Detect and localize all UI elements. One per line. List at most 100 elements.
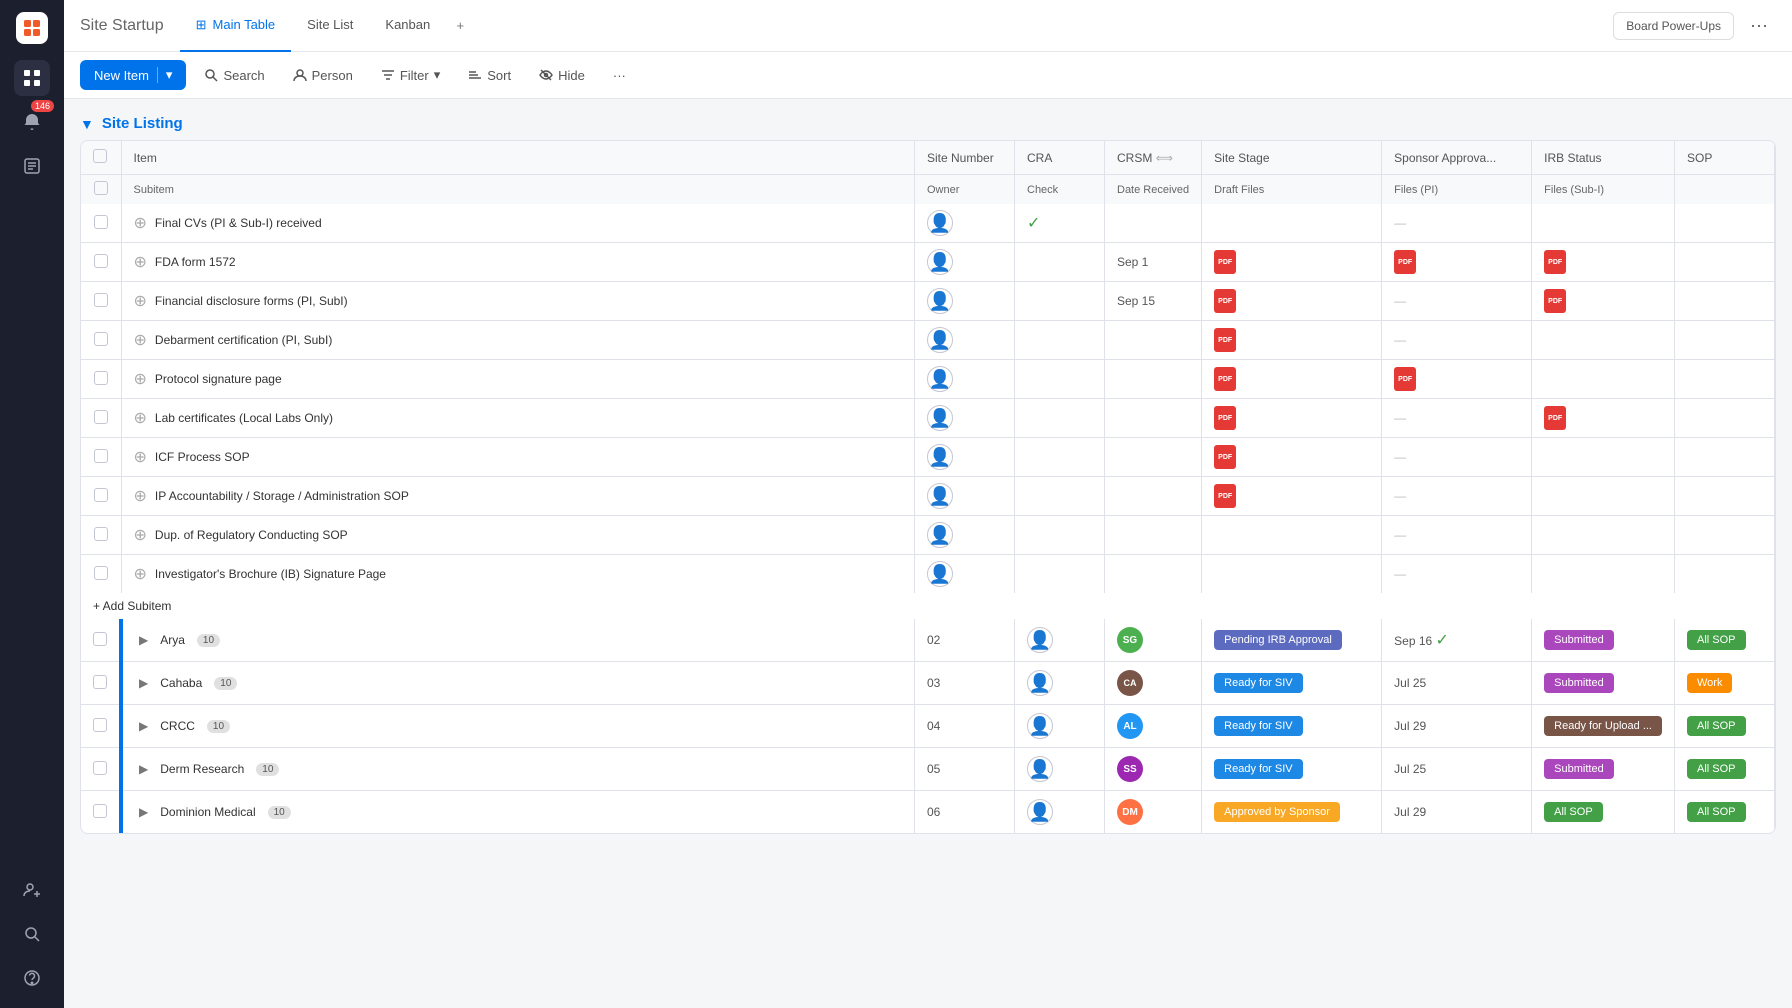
owner-avatar-placeholder[interactable]: 👤 xyxy=(927,522,953,548)
crsm-avatar[interactable]: SS xyxy=(1117,756,1143,782)
subitem-draft-files[interactable] xyxy=(1202,477,1382,516)
site-expand-button[interactable]: ▶ xyxy=(135,631,152,649)
owner-avatar-placeholder[interactable]: 👤 xyxy=(927,327,953,353)
site-expand-button[interactable]: ▶ xyxy=(135,803,152,821)
topbar-more-button[interactable]: ··· xyxy=(1742,11,1776,40)
owner-avatar-placeholder[interactable]: 👤 xyxy=(927,405,953,431)
subitem-files-pi[interactable]: — xyxy=(1382,477,1532,516)
pdf-pi-icon[interactable] xyxy=(1394,250,1416,274)
sidebar-item-grid[interactable] xyxy=(14,60,50,96)
add-subitem-icon[interactable]: ⊕ xyxy=(134,408,147,428)
add-subitem-button[interactable]: + Add Subitem xyxy=(81,593,1775,619)
cra-avatar-placeholder[interactable]: 👤 xyxy=(1027,713,1053,739)
pdf-draft-icon[interactable] xyxy=(1214,289,1236,313)
board-power-ups-button[interactable]: Board Power-Ups xyxy=(1613,12,1734,40)
site-cra[interactable]: 👤 xyxy=(1015,748,1105,791)
row-checkbox[interactable] xyxy=(81,477,121,516)
site-expand-button[interactable]: ▶ xyxy=(135,717,152,735)
subitem-draft-files[interactable] xyxy=(1202,204,1382,243)
subitem-owner[interactable]: 👤 xyxy=(915,243,1015,282)
site-row-checkbox[interactable] xyxy=(81,791,121,834)
subitem-files-pi[interactable]: — xyxy=(1382,321,1532,360)
owner-avatar-placeholder[interactable]: 👤 xyxy=(927,249,953,275)
subitem-owner[interactable]: 👤 xyxy=(915,204,1015,243)
site-crsm[interactable]: AL xyxy=(1105,705,1202,748)
subitem-files-pi[interactable] xyxy=(1382,243,1532,282)
add-subitem-icon[interactable]: ⊕ xyxy=(134,213,147,233)
owner-avatar-placeholder[interactable]: 👤 xyxy=(927,210,953,236)
tab-kanban[interactable]: Kanban xyxy=(369,0,446,52)
add-subitem-icon[interactable]: ⊕ xyxy=(134,525,147,545)
subitem-owner[interactable]: 👤 xyxy=(915,555,1015,594)
site-expand-button[interactable]: ▶ xyxy=(135,674,152,692)
subitem-files-pi[interactable]: — xyxy=(1382,438,1532,477)
owner-avatar-placeholder[interactable]: 👤 xyxy=(927,288,953,314)
subitem-draft-files[interactable] xyxy=(1202,321,1382,360)
site-cra[interactable]: 👤 xyxy=(1015,619,1105,662)
site-cra[interactable]: 👤 xyxy=(1015,705,1105,748)
subitem-owner[interactable]: 👤 xyxy=(915,477,1015,516)
sort-button[interactable]: Sort xyxy=(458,62,521,89)
subitem-owner[interactable]: 👤 xyxy=(915,321,1015,360)
subitem-files-pi[interactable] xyxy=(1382,360,1532,399)
subitem-owner[interactable]: 👤 xyxy=(915,399,1015,438)
pdf-draft-icon[interactable] xyxy=(1214,406,1236,430)
crsm-avatar[interactable]: DM xyxy=(1117,799,1143,825)
subitem-files-pi[interactable]: — xyxy=(1382,204,1532,243)
th-select-all[interactable] xyxy=(81,141,121,175)
pdf-subi-icon[interactable] xyxy=(1544,406,1566,430)
cra-avatar-placeholder[interactable]: 👤 xyxy=(1027,670,1053,696)
pdf-subi-icon[interactable] xyxy=(1544,289,1566,313)
subitem-files-pi[interactable]: — xyxy=(1382,282,1532,321)
pdf-subi-icon[interactable] xyxy=(1544,250,1566,274)
pdf-draft-icon[interactable] xyxy=(1214,445,1236,469)
subitem-owner[interactable]: 👤 xyxy=(915,516,1015,555)
pdf-draft-icon[interactable] xyxy=(1214,250,1236,274)
subitem-draft-files[interactable] xyxy=(1202,243,1382,282)
owner-avatar-placeholder[interactable]: 👤 xyxy=(927,561,953,587)
site-crsm[interactable]: SS xyxy=(1105,748,1202,791)
subitem-select-all[interactable] xyxy=(81,175,121,205)
site-crsm[interactable]: DM xyxy=(1105,791,1202,834)
subitem-draft-files[interactable] xyxy=(1202,282,1382,321)
subitem-files-subi[interactable] xyxy=(1532,360,1675,399)
add-subitem-icon[interactable]: ⊕ xyxy=(134,447,147,467)
row-checkbox[interactable] xyxy=(81,321,121,360)
subitem-owner[interactable]: 👤 xyxy=(915,282,1015,321)
row-checkbox[interactable] xyxy=(81,516,121,555)
cra-avatar-placeholder[interactable]: 👤 xyxy=(1027,756,1053,782)
cra-avatar-placeholder[interactable]: 👤 xyxy=(1027,627,1053,653)
subitem-files-pi[interactable]: — xyxy=(1382,399,1532,438)
owner-avatar-placeholder[interactable]: 👤 xyxy=(927,483,953,509)
row-checkbox[interactable] xyxy=(81,438,121,477)
subitem-files-subi[interactable] xyxy=(1532,477,1675,516)
site-expand-button[interactable]: ▶ xyxy=(135,760,152,778)
add-subitem-icon[interactable]: ⊕ xyxy=(134,486,147,506)
site-crsm[interactable]: SG xyxy=(1105,619,1202,662)
more-button[interactable]: ··· xyxy=(603,62,636,89)
owner-avatar-placeholder[interactable]: 👤 xyxy=(927,366,953,392)
filter-button[interactable]: Filter ▾ xyxy=(371,61,450,89)
new-item-button[interactable]: New Item ▾ xyxy=(80,60,186,90)
pdf-pi-icon[interactable] xyxy=(1394,367,1416,391)
person-button[interactable]: Person xyxy=(283,62,363,89)
subitem-owner[interactable]: 👤 xyxy=(915,360,1015,399)
pdf-draft-icon[interactable] xyxy=(1214,328,1236,352)
add-subitem-icon[interactable]: ⊕ xyxy=(134,252,147,272)
site-row-checkbox[interactable] xyxy=(81,662,121,705)
site-cra[interactable]: 👤 xyxy=(1015,662,1105,705)
cra-avatar-placeholder[interactable]: 👤 xyxy=(1027,799,1053,825)
subitem-files-subi[interactable] xyxy=(1532,438,1675,477)
subitem-files-pi[interactable]: — xyxy=(1382,555,1532,594)
row-checkbox[interactable] xyxy=(81,360,121,399)
sidebar-item-notifications[interactable]: 146 xyxy=(14,104,50,140)
add-subitem-icon[interactable]: ⊕ xyxy=(134,369,147,389)
crsm-avatar[interactable]: SG xyxy=(1117,627,1143,653)
site-row-checkbox[interactable] xyxy=(81,705,121,748)
section-collapse-toggle[interactable]: ▼ xyxy=(80,116,94,132)
subitem-owner[interactable]: 👤 xyxy=(915,438,1015,477)
add-tab-button[interactable]: + xyxy=(446,12,474,40)
subitem-files-subi[interactable] xyxy=(1532,204,1675,243)
subitem-files-subi[interactable] xyxy=(1532,399,1675,438)
app-logo[interactable] xyxy=(16,12,48,44)
